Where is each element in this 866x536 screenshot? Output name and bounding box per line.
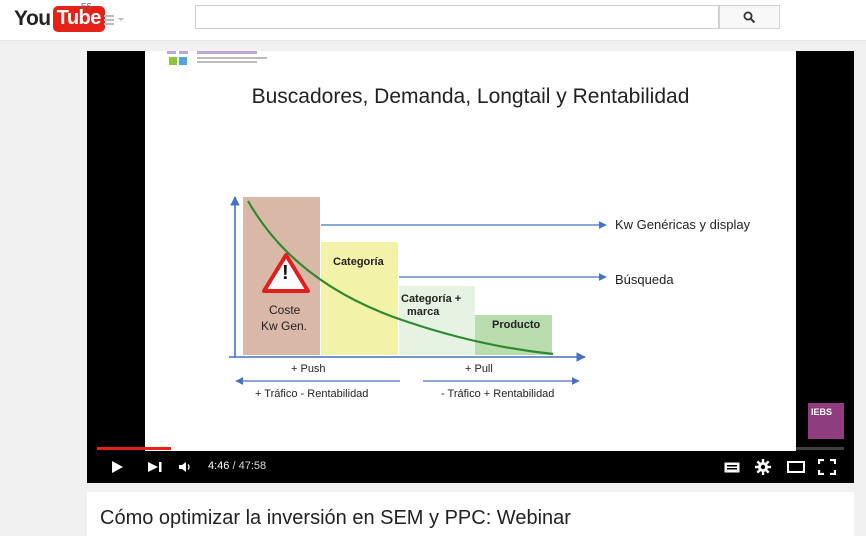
label-trafico-left: + Tráfico - Rentabilidad (255, 388, 369, 400)
subtitles-icon (724, 462, 740, 472)
label-categoria-marca-1: Categoría + (401, 293, 462, 305)
video-player[interactable]: Buscadores, Demanda, Longtail y Rentabil… (87, 51, 854, 483)
region-label: ES (81, 2, 92, 11)
label-producto: Producto (492, 319, 541, 331)
time-separator: / (229, 460, 239, 472)
menu-icon-line (104, 19, 114, 21)
theater-mode-button[interactable] (784, 455, 808, 479)
label-push: + Push (291, 363, 326, 375)
label-categoria: Categoría (333, 256, 384, 268)
label-busqueda: Búsqueda (615, 272, 674, 287)
iebs-watermark: IEBS (808, 403, 844, 439)
volume-button[interactable] (173, 455, 197, 479)
masthead: You Tube ES (0, 0, 866, 41)
player-controls: 4:46 / 47:58 (87, 451, 854, 483)
current-time: 4:46 (208, 460, 230, 472)
next-icon (148, 462, 162, 472)
play-button[interactable] (105, 455, 129, 479)
subtitles-button[interactable] (720, 455, 744, 479)
label-trafico-right: - Tráfico + Rentabilidad (441, 388, 555, 400)
play-icon (112, 461, 123, 473)
search-button[interactable] (719, 5, 780, 29)
label-kw-genericas: Kw Genéricas y display (615, 217, 751, 232)
video-title: Cómo optimizar la inversión en SEM y PPC… (100, 507, 571, 529)
progress-played (97, 447, 171, 450)
menu-icon-line (104, 23, 114, 25)
watermark-text: IEBS (811, 407, 833, 417)
label-coste: Coste (269, 303, 301, 317)
menu-icon-line (104, 15, 114, 17)
label-kw-gen: Kw Gen. (261, 319, 308, 333)
caret-down-icon (118, 18, 124, 21)
warning-mark: ! (282, 262, 289, 284)
settings-button[interactable] (751, 455, 775, 479)
label-pull: + Pull (465, 363, 493, 375)
volume-icon (179, 462, 190, 472)
logo-you-text: You (14, 7, 51, 30)
fullscreen-button[interactable] (815, 455, 839, 479)
theater-icon (787, 461, 805, 473)
next-button[interactable] (143, 455, 167, 479)
guide-menu-button[interactable] (104, 13, 124, 27)
progress-bar[interactable] (97, 447, 844, 450)
search-icon (743, 11, 756, 23)
video-frame-slide: Buscadores, Demanda, Longtail y Rentabil… (145, 51, 796, 451)
label-categoria-marca-2: marca (407, 306, 440, 318)
time-display: 4:46 / 47:58 (208, 460, 266, 472)
duration: 47:58 (238, 460, 267, 472)
video-info-card: Cómo optimizar la inversión en SEM y PPC… (87, 492, 854, 536)
fullscreen-icon (818, 459, 836, 475)
logo-tube-text: Tube (52, 6, 105, 32)
gear-icon (755, 459, 771, 475)
search-input[interactable] (195, 5, 719, 29)
